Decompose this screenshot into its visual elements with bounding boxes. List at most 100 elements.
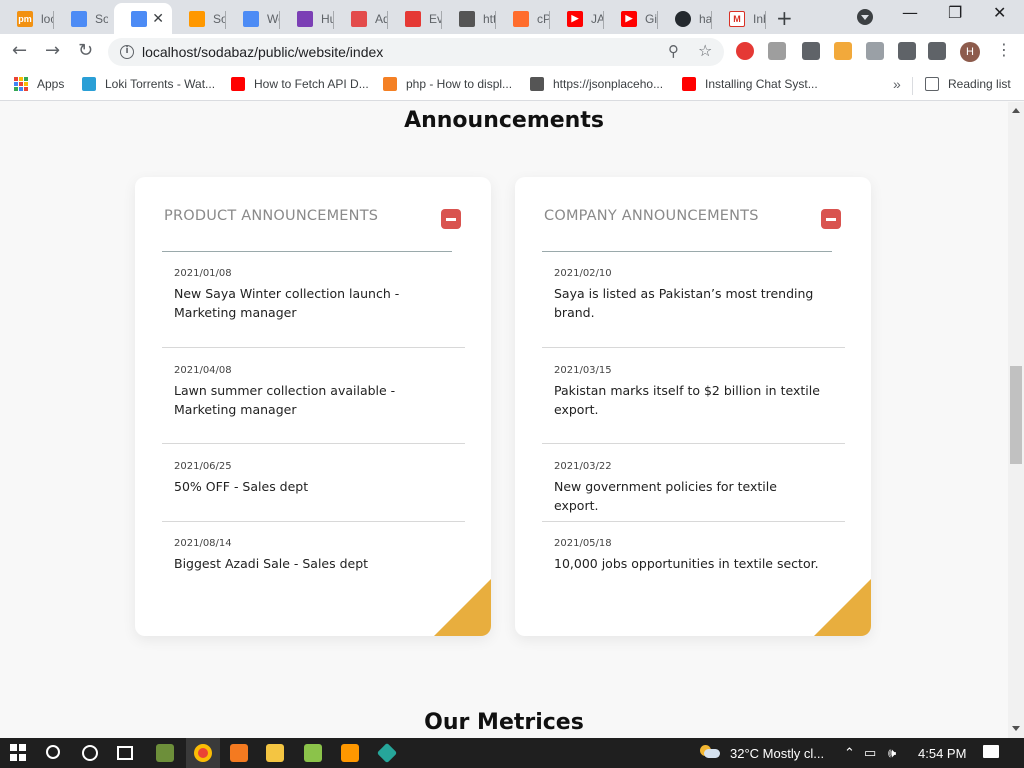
announcement-item: 2021/05/18 10,000 jobs opportunities in … — [542, 522, 845, 592]
browser-tab[interactable]: ha — [658, 3, 712, 34]
site-icon — [243, 10, 259, 27]
new-tab-button[interactable]: + — [776, 6, 793, 30]
site-info-icon[interactable]: i — [120, 45, 134, 59]
address-bar[interactable]: i localhost/sodabaz/public/website/index… — [108, 38, 724, 66]
browser-tab[interactable]: M Inb — [712, 3, 766, 34]
image-extension-icon[interactable] — [866, 42, 884, 60]
bookmark-label: Loki Torrents - Wat... — [105, 77, 216, 91]
announcement-item: 2021/02/10 Saya is listed as Pakistan’s … — [542, 252, 845, 348]
event-icon — [405, 10, 421, 27]
task-view-icon[interactable] — [117, 746, 133, 760]
metrics-section-title: Our Metrices — [424, 710, 584, 735]
camera-extension-icon[interactable] — [768, 42, 786, 60]
site-icon — [131, 10, 147, 27]
youtube-icon: ▶ — [567, 10, 583, 27]
bookmark-apps[interactable]: Apps — [14, 77, 64, 91]
announcement-text: 50% OFF - Sales dept — [174, 479, 309, 494]
media-control-icon[interactable] — [928, 42, 946, 60]
browser-tab-active[interactable]: ✕ — [114, 3, 172, 34]
announcement-date: 2021/08/14 — [174, 538, 232, 549]
zoom-icon[interactable]: ⚲ — [668, 42, 679, 60]
extensions-puzzle-icon[interactable] — [898, 42, 916, 60]
bookmarks-divider — [912, 77, 913, 95]
browser-tab[interactable]: pm loc — [0, 3, 54, 34]
shirt-icon — [297, 10, 313, 27]
youtube-icon: ▶ — [621, 10, 637, 27]
browser-tab[interactable]: We — [226, 3, 280, 34]
torrent-icon — [82, 77, 96, 91]
url-text[interactable]: localhost/sodabaz/public/website/index — [142, 44, 383, 60]
tab-title: So — [95, 11, 108, 26]
scrollbar-thumb[interactable] — [1010, 366, 1022, 464]
youtube-icon — [231, 77, 245, 91]
adblock-extension-icon[interactable] — [736, 42, 754, 60]
sublime-text-icon[interactable] — [341, 744, 359, 762]
browser-tab[interactable]: ▶ Git — [604, 3, 658, 34]
chrome-icon[interactable] — [194, 744, 212, 762]
reload-icon[interactable]: ↻ — [78, 40, 93, 61]
file-explorer-icon[interactable] — [266, 744, 284, 762]
close-window-button[interactable]: ✕ — [993, 3, 1006, 22]
minimize-button[interactable]: — — [902, 3, 918, 22]
announcement-item: 2021/03/22 New government policies for t… — [542, 444, 845, 522]
profile-avatar[interactable]: H — [960, 42, 980, 62]
card-heading: COMPANY ANNOUNCEMENTS — [544, 208, 759, 224]
corner-accent — [814, 579, 871, 636]
bookmarks-bar: Apps Loki Torrents - Wat... How to Fetch… — [0, 70, 1024, 101]
bookmark-item[interactable]: https://jsonplaceho... — [530, 77, 663, 91]
browser-tab[interactable]: Ev — [388, 3, 442, 34]
chevron-up-icon[interactable]: ⌃ — [844, 745, 855, 761]
shield-icon — [351, 10, 367, 27]
forward-arrow-icon[interactable]: → — [45, 40, 60, 61]
announcement-item: 2021/04/08 Lawn summer collection availa… — [162, 348, 465, 444]
browser-tab[interactable]: Ad — [334, 3, 388, 34]
reading-list-button[interactable]: Reading list — [925, 77, 1011, 91]
card-heading: PRODUCT ANNOUNCEMENTS — [164, 208, 379, 224]
weather-icon[interactable] — [698, 745, 720, 759]
color-picker-extension-icon[interactable] — [802, 42, 820, 60]
company-announcements-card: COMPANY ANNOUNCEMENTS 2021/02/10 Saya is… — [515, 177, 871, 636]
scroll-down-arrow-icon[interactable] — [1012, 726, 1020, 731]
volume-icon[interactable]: 🕪 — [888, 745, 896, 761]
pencil-extension-icon[interactable] — [834, 42, 852, 60]
browser-menu-icon[interactable]: ⋮ — [996, 40, 1012, 59]
windows-start-icon[interactable] — [10, 744, 28, 762]
bookmark-label: php - How to displ... — [406, 77, 513, 91]
browser-tab[interactable]: cPa — [496, 3, 550, 34]
gmail-icon: M — [729, 10, 745, 27]
search-icon[interactable] — [46, 745, 60, 759]
weather-text[interactable]: 32°C Mostly cl... — [730, 746, 824, 761]
announcement-item: 2021/08/14 Biggest Azadi Sale - Sales de… — [162, 522, 465, 592]
github-icon — [675, 10, 691, 27]
browser-tab[interactable]: So — [172, 3, 226, 34]
bookmark-item[interactable]: How to Fetch API D... — [231, 77, 369, 91]
paint-app-icon[interactable] — [156, 744, 174, 762]
bookmark-star-icon[interactable]: ☆ — [698, 41, 712, 60]
announcement-date: 2021/01/08 — [174, 268, 232, 279]
restore-button[interactable]: ❐ — [948, 3, 962, 22]
git-icon[interactable] — [376, 742, 398, 764]
notepad-icon[interactable] — [304, 744, 322, 762]
notification-icon[interactable] — [983, 745, 999, 758]
bookmark-item[interactable]: php - How to displ... — [383, 77, 512, 91]
browser-tab[interactable]: htt — [442, 3, 496, 34]
announcement-text: New government policies for textile expo… — [554, 479, 777, 513]
clock-time[interactable]: 4:54 PM — [918, 746, 966, 761]
collapse-minus-icon[interactable] — [821, 209, 841, 229]
network-icon[interactable]: ▭ — [864, 745, 876, 761]
api-icon — [459, 10, 475, 27]
scroll-up-arrow-icon[interactable] — [1012, 108, 1020, 113]
more-bookmarks-button[interactable]: » — [893, 76, 901, 92]
bookmark-item[interactable]: Installing Chat Syst... — [682, 77, 818, 91]
page-scrollbar[interactable] — [1008, 102, 1024, 738]
tab-search-icon[interactable] — [857, 9, 873, 25]
browser-tab[interactable]: Hu — [280, 3, 334, 34]
browser-tab[interactable]: So — [54, 3, 108, 34]
collapse-minus-icon[interactable] — [441, 209, 461, 229]
xampp-icon[interactable] — [230, 744, 248, 762]
back-arrow-icon[interactable]: ← — [12, 40, 27, 61]
bookmark-item[interactable]: Loki Torrents - Wat... — [82, 77, 215, 91]
close-tab-icon[interactable]: ✕ — [152, 10, 164, 27]
cortana-icon[interactable] — [82, 745, 98, 761]
browser-tab[interactable]: ▶ JA — [550, 3, 604, 34]
